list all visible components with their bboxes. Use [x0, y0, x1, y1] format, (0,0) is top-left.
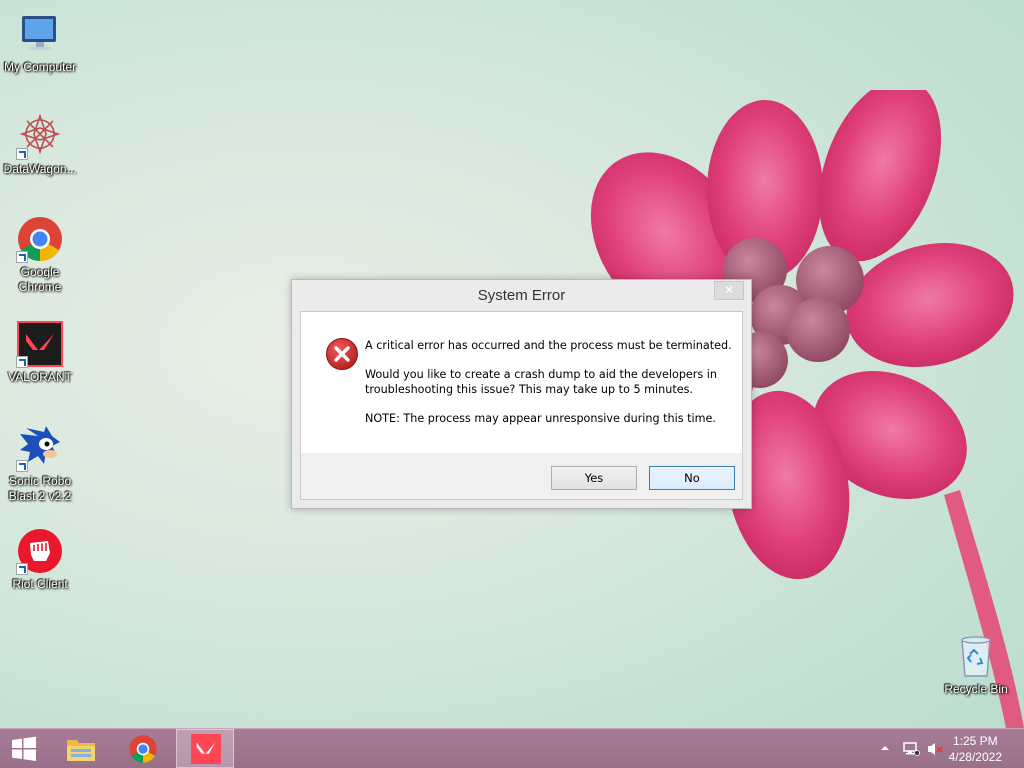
desktop-icon-label: Riot Client: [12, 577, 68, 591]
computer-icon: [22, 16, 56, 50]
chrome-icon: [129, 735, 157, 763]
desktop-icon-google-chrome[interactable]: Google Chrome: [0, 215, 80, 295]
taskbar-file-explorer[interactable]: [58, 729, 104, 768]
recycle-bin-icon: [961, 636, 991, 677]
shortcut-arrow-icon: [16, 251, 28, 263]
dialog-title: System Error: [477, 287, 566, 304]
system-error-dialog: System Error ✕ A critical error has occu…: [291, 279, 752, 509]
yes-button[interactable]: Yes: [551, 466, 637, 490]
desktop-icon-datawagon[interactable]: DataWagon...: [0, 112, 80, 177]
file-explorer-icon: [67, 740, 95, 761]
valorant-icon: [191, 734, 221, 764]
error-message-line: A critical error has occurred and the pr…: [365, 339, 732, 352]
desktop-icon-valorant[interactable]: VALORANT: [0, 320, 80, 385]
taskbar-valorant[interactable]: [176, 729, 234, 768]
dialog-titlebar[interactable]: System Error ✕: [292, 280, 751, 311]
dialog-message: A critical error has occurred and the pr…: [365, 338, 735, 440]
desktop-icon-label: My Computer: [3, 60, 77, 74]
dialog-message-area: A critical error has occurred and the pr…: [301, 312, 742, 453]
desktop-icon-riot-client[interactable]: Riot Client: [0, 527, 80, 592]
note-text: NOTE: The process may appear unresponsiv…: [365, 412, 716, 425]
desktop-icon-label: Recycle Bin: [944, 682, 1008, 696]
desktop-icon-recycle-bin[interactable]: Recycle Bin: [936, 632, 1016, 697]
desktop-icon-my-computer[interactable]: My Computer: [0, 10, 80, 75]
close-button[interactable]: ✕: [714, 281, 744, 300]
desktop-icon-label: VALORANT: [8, 370, 72, 384]
taskbar: 1:25 PM 4/28/2022: [0, 728, 1024, 768]
windows-start-icon: [12, 736, 36, 761]
show-hidden-icons-icon[interactable]: [880, 743, 890, 753]
system-tray: 1:25 PM 4/28/2022: [864, 729, 1024, 768]
desktop-icon-label: Google Chrome: [18, 265, 62, 294]
clock-time: 1:25 PM: [952, 734, 998, 748]
shortcut-arrow-icon: [16, 460, 28, 472]
desktop-icon-label: DataWagon...: [3, 162, 77, 176]
crash-dump-question: Would you like to create a crash dump to…: [365, 368, 717, 396]
desktop-icon-label: Sonic Robo Blast 2 v2.2: [8, 474, 72, 503]
taskbar-chrome[interactable]: [120, 729, 166, 768]
clock-date: 4/28/2022: [948, 750, 1002, 764]
network-icon[interactable]: [902, 741, 920, 757]
volume-muted-icon[interactable]: [926, 741, 944, 757]
start-button[interactable]: [0, 729, 48, 768]
shortcut-arrow-icon: [16, 563, 28, 575]
shortcut-arrow-icon: [16, 356, 28, 368]
error-icon: [326, 338, 358, 370]
shortcut-arrow-icon: [16, 148, 28, 160]
no-button[interactable]: No: [649, 466, 735, 490]
desktop-icon-sonic-robo-blast[interactable]: Sonic Robo Blast 2 v2.2: [0, 424, 80, 504]
clock[interactable]: 1:25 PM 4/28/2022: [949, 733, 1002, 765]
dialog-body: A critical error has occurred and the pr…: [300, 311, 743, 500]
